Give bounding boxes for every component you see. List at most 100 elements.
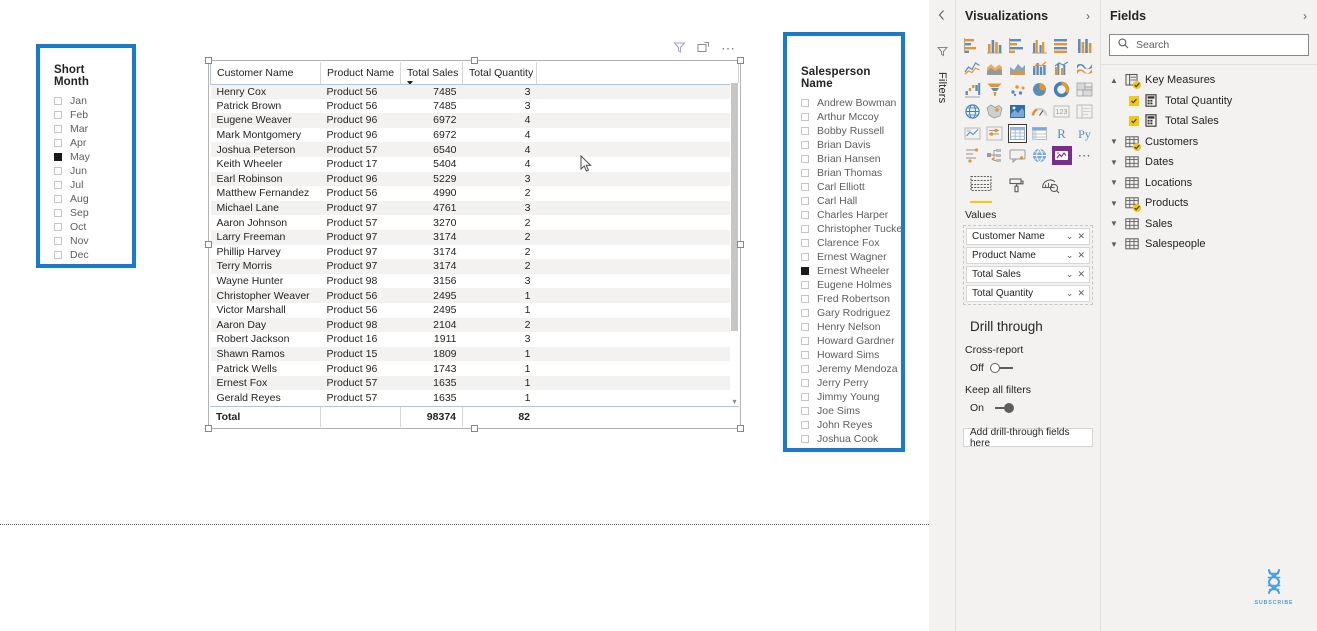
checkbox[interactable]: [801, 295, 809, 303]
table-row[interactable]: Victor Marshall Product 56 2495 1: [210, 302, 739, 318]
slicer-item[interactable]: Jerry Perry: [801, 376, 887, 390]
slicer-item[interactable]: Sep: [54, 206, 118, 220]
remove-field-icon[interactable]: ✕: [1077, 250, 1085, 261]
checkbox[interactable]: [801, 407, 809, 415]
checkbox[interactable]: [801, 379, 809, 387]
area-chart-icon[interactable]: [985, 58, 1004, 77]
chevron-down-icon[interactable]: ▼: [1109, 199, 1119, 208]
checkbox[interactable]: [801, 337, 809, 345]
checkbox[interactable]: [54, 97, 62, 105]
slicer-item[interactable]: Nov: [54, 234, 118, 248]
more-visuals-icon[interactable]: ⋯: [1075, 146, 1094, 165]
table-row[interactable]: Henry Cox Product 56 7485 3: [210, 84, 739, 99]
key-influencers-icon[interactable]: [963, 146, 982, 165]
format-tab[interactable]: [1008, 177, 1025, 203]
map-icon[interactable]: [963, 102, 982, 121]
column-header[interactable]: Total Quantity: [462, 62, 537, 85]
chevron-down-icon[interactable]: ▾: [730, 397, 739, 406]
format-pane-tabs[interactable]: [956, 169, 1100, 203]
table-row[interactable]: Michael Lane Product 97 4761 3: [210, 200, 739, 216]
scatter-chart-icon[interactable]: [1008, 80, 1027, 99]
chevron-down-icon[interactable]: ⌄: [1066, 231, 1074, 242]
chip-actions[interactable]: ⌄ ✕: [1066, 269, 1085, 280]
checkbox[interactable]: [801, 351, 809, 359]
report-canvas[interactable]: Short Month Jan Feb Mar Apr May Jun Jul Aug Sep O…: [0, 0, 929, 631]
checkbox[interactable]: [801, 141, 809, 149]
scrollbar-thumb[interactable]: [731, 83, 738, 331]
slicer-item[interactable]: Feb: [54, 108, 118, 122]
filter-icon[interactable]: [673, 41, 686, 54]
checkbox[interactable]: [54, 153, 62, 161]
checkbox[interactable]: [54, 167, 62, 175]
field-item[interactable]: Total Quantity: [1101, 91, 1317, 112]
slicer-item[interactable]: Brian Hansen: [801, 152, 887, 166]
chevron-left-icon[interactable]: [937, 8, 947, 26]
table-row[interactable]: Joshua Peterson Product 57 6540 4: [210, 142, 739, 157]
funnel-chart-icon[interactable]: [985, 80, 1004, 99]
slicer-item[interactable]: Brian Davis: [801, 138, 887, 152]
remove-field-icon[interactable]: ✕: [1077, 231, 1085, 242]
slicer-item[interactable]: Howard Gardner: [801, 334, 895, 348]
slicer-item[interactable]: Arthur Mccoy: [801, 110, 887, 124]
slicer-item[interactable]: Apr: [54, 136, 118, 150]
resize-handle[interactable]: [737, 240, 744, 248]
field-table-item[interactable]: ▼ Sales: [1101, 214, 1317, 235]
table-row[interactable]: Aaron Day Product 98 2104 2: [210, 317, 739, 333]
checkbox[interactable]: [54, 251, 62, 259]
line-chart-icon[interactable]: [963, 58, 982, 77]
remove-field-icon[interactable]: ✕: [1077, 288, 1085, 299]
checkbox[interactable]: [54, 139, 62, 147]
table-row[interactable]: Phillip Harvey Product 97 3174 2: [210, 244, 739, 260]
chevron-down-icon[interactable]: ▼: [1109, 240, 1119, 249]
cross-report-toggle[interactable]: Off: [956, 360, 1100, 382]
slicer-item[interactable]: Ernest Wheeler: [801, 264, 889, 278]
column-header[interactable]: Customer Name: [210, 62, 321, 85]
chevron-right-icon[interactable]: ›: [1086, 9, 1090, 23]
slicer-item-list[interactable]: Andrew Bowman Arthur Mccoy Bobby Russell Br…: [801, 96, 901, 446]
slicer-item[interactable]: Henry Nelson: [801, 320, 887, 334]
filters-pane-collapsed[interactable]: Filters: [929, 0, 956, 631]
checkbox[interactable]: [54, 237, 62, 245]
slicer-item[interactable]: May: [54, 150, 118, 164]
value-field-chip[interactable]: Customer Name ⌄ ✕: [966, 228, 1090, 245]
hundred-stacked-column-chart-icon[interactable]: [1075, 36, 1094, 55]
custom-visual-icon[interactable]: [1052, 146, 1072, 165]
checkbox[interactable]: [54, 181, 62, 189]
slicer-item[interactable]: Ernest Wagner: [801, 250, 887, 264]
chevron-down-icon[interactable]: ▼: [1109, 137, 1119, 146]
checkbox[interactable]: [801, 253, 809, 261]
line-and-stacked-column-chart-icon[interactable]: [1030, 58, 1049, 77]
table-row[interactable]: Patrick Wells Product 96 1743 1: [210, 361, 739, 376]
table-visual[interactable]: ⋯ Customer Name Product Name Total Sales To…: [205, 41, 744, 432]
slicer-item[interactable]: Mar: [54, 122, 118, 136]
column-header[interactable]: Product Name: [320, 62, 401, 85]
ribbon-chart-icon[interactable]: [1075, 58, 1094, 77]
value-field-chip[interactable]: Total Sales ⌄ ✕: [966, 266, 1090, 283]
value-field-chip[interactable]: Product Name ⌄ ✕: [966, 247, 1090, 264]
drill-through-dropzone[interactable]: Add drill-through fields here: [963, 427, 1093, 449]
slicer-item[interactable]: Jan: [54, 94, 118, 108]
chevron-down-icon[interactable]: ▼: [1109, 178, 1119, 187]
resize-handle[interactable]: [470, 57, 478, 64]
checkbox[interactable]: [54, 209, 62, 217]
stacked-column-chart-icon[interactable]: [985, 36, 1004, 55]
table-row[interactable]: Larry Freeman Product 97 3174 2: [210, 229, 739, 245]
slicer-item[interactable]: John Reyes: [801, 418, 887, 432]
slicer-item[interactable]: Brian Thomas: [801, 166, 887, 180]
checkbox[interactable]: [801, 239, 809, 247]
qna-visual-icon[interactable]: [1008, 146, 1027, 165]
values-field-well[interactable]: Customer Name ⌄ ✕ Product Name ⌄ ✕ Total Sales…: [963, 225, 1093, 305]
slicer-item[interactable]: Carl Elliott: [801, 180, 887, 194]
slicer-item[interactable]: Andrew Bowman: [801, 96, 896, 110]
chevron-down-icon[interactable]: ⌄: [1066, 250, 1074, 261]
search-input[interactable]: [1136, 39, 1300, 51]
slicer-item[interactable]: Jimmy Young: [801, 390, 887, 404]
pie-chart-icon[interactable]: [1030, 80, 1049, 99]
checkbox[interactable]: [801, 225, 809, 233]
waterfall-chart-icon[interactable]: [963, 80, 982, 99]
chevron-down-icon[interactable]: ⌄: [1066, 269, 1074, 280]
table-row[interactable]: Matthew Fernandez Product 56 4990 2: [210, 186, 739, 201]
table-row[interactable]: Patrick Brown Product 56 7485 3: [210, 98, 739, 114]
table-row[interactable]: Aaron Johnson Product 57 3270 2: [210, 215, 739, 230]
checkbox[interactable]: [801, 365, 809, 373]
